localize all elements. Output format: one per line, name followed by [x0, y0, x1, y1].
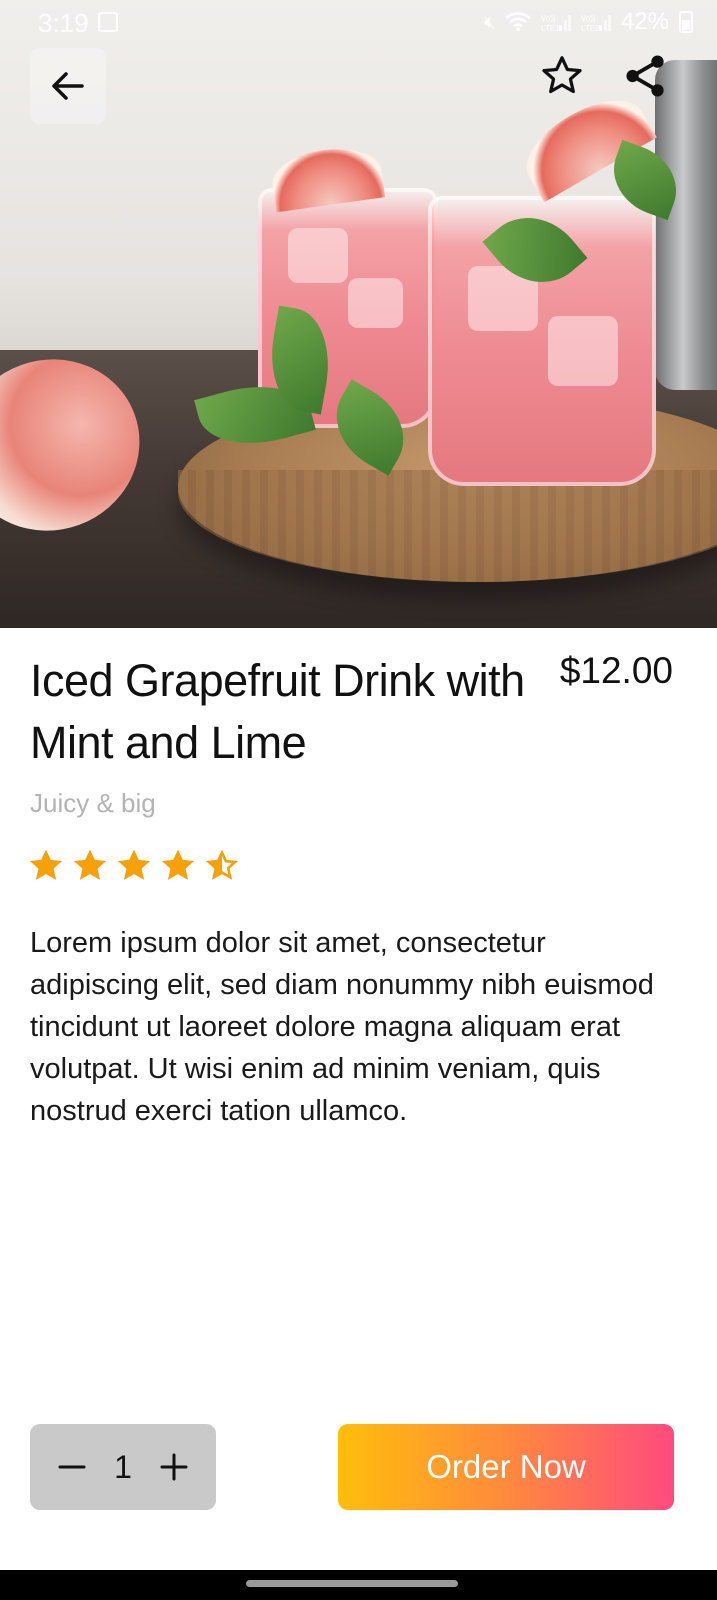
status-icons: 🔇︎ Vo)) LTE1 Vo)) LTE2 42% [484, 8, 693, 36]
image-shaker [655, 60, 717, 390]
image-ice [548, 316, 618, 386]
product-price: $12.00 [559, 650, 673, 691]
svg-text:Vo)): Vo)) [541, 14, 556, 23]
star-filled-icon [118, 850, 150, 880]
product-detail-screen: 3:19 🔇︎ Vo)) LTE1 Vo)) LTE2 42% Iced Gra… [0, 0, 717, 1570]
decrease-quantity-button[interactable] [54, 1449, 90, 1485]
status-time: 3:19 [38, 8, 89, 38]
gallery-icon [98, 12, 118, 32]
product-description: Lorem ipsum dolor sit amet, consectetur … [30, 927, 654, 1127]
product-image [0, 0, 717, 628]
product-title: Iced Grapefruit Drink with Mint and Lime [30, 655, 525, 768]
svg-text:Vo)): Vo)) [581, 14, 596, 23]
star-half-icon [206, 850, 238, 880]
battery-icon [679, 11, 693, 33]
battery-percent: 42% [620, 8, 669, 35]
increase-quantity-button[interactable] [156, 1449, 192, 1485]
arrow-left-icon [52, 72, 84, 100]
favorite-button[interactable] [538, 52, 586, 100]
minus-icon [58, 1465, 86, 1469]
status-bar: 3:19 🔇︎ Vo)) LTE1 Vo)) LTE2 42% [0, 0, 717, 48]
product-subtitle: Juicy & big [30, 788, 156, 818]
home-indicator[interactable] [246, 1580, 458, 1587]
star-filled-icon [162, 850, 194, 880]
share-button[interactable] [622, 52, 670, 100]
image-ice [288, 228, 348, 283]
rating-stars [30, 850, 238, 882]
svg-text:LTE2: LTE2 [581, 24, 600, 33]
wifi-icon [505, 12, 531, 31]
star-outline-icon [542, 56, 582, 94]
star-filled-icon [30, 850, 62, 880]
mute-icon: 🔇︎ [483, 11, 495, 32]
order-now-button[interactable]: Order Now [338, 1424, 674, 1510]
share-icon [626, 55, 664, 97]
quantity-stepper: 1 [30, 1424, 216, 1510]
star-filled-icon [74, 850, 106, 880]
plus-icon [160, 1453, 188, 1481]
quantity-value: 1 [114, 1448, 132, 1485]
lte1-signal-icon: Vo)) LTE1 [541, 14, 571, 33]
lte2-signal-icon: Vo)) LTE2 [581, 14, 611, 33]
back-button[interactable] [30, 48, 106, 124]
image-ice [348, 278, 403, 328]
svg-text:LTE1: LTE1 [541, 24, 560, 33]
